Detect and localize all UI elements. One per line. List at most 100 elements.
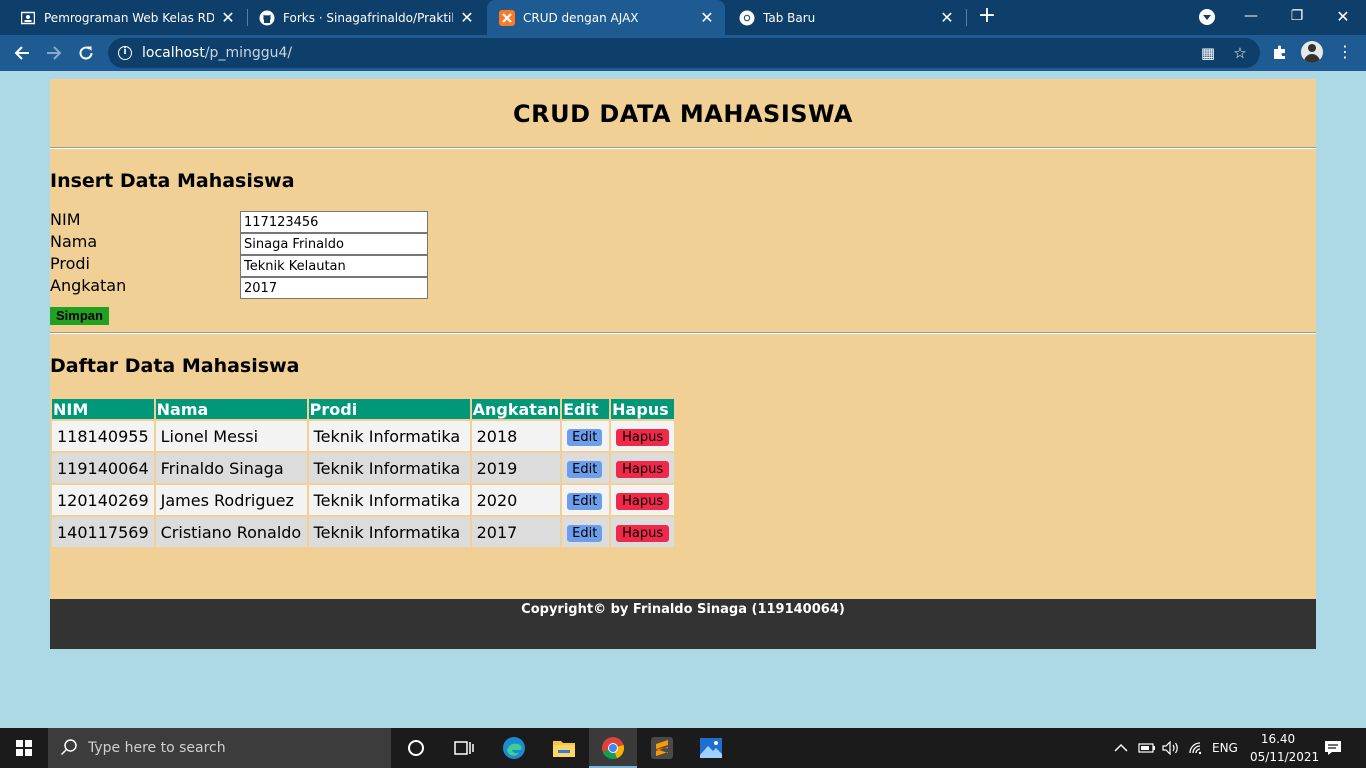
cell-angkatan: 2017 xyxy=(471,517,561,547)
forward-arrow-icon xyxy=(47,46,62,60)
hapus-button[interactable]: Hapus xyxy=(616,461,670,478)
restore-button[interactable]: ❐ xyxy=(1274,0,1320,32)
form-row-nim: NIM xyxy=(50,210,450,233)
minimize-button[interactable]: — xyxy=(1228,0,1274,32)
tab-search-icon[interactable] xyxy=(1199,9,1215,25)
github-icon xyxy=(259,10,275,26)
task-view-icon[interactable] xyxy=(440,728,488,768)
cell-edit: Edit xyxy=(562,421,610,451)
clock-date: 05/11/2021 xyxy=(1250,750,1320,764)
edge-icon[interactable] xyxy=(490,728,538,768)
close-icon[interactable]: ✕ xyxy=(220,8,236,27)
edit-button[interactable]: Edit xyxy=(567,493,603,510)
cell-angkatan: 2020 xyxy=(471,485,561,515)
bookmark-star-icon[interactable]: ☆ xyxy=(1232,45,1248,61)
insert-section-title: Insert Data Mahasiswa xyxy=(50,170,295,192)
chrome-icon xyxy=(739,10,755,26)
reload-button[interactable] xyxy=(72,39,100,67)
cell-edit: Edit xyxy=(562,485,610,515)
angkatan-input[interactable] xyxy=(240,277,428,299)
cell-nim: 118140955 xyxy=(52,421,154,451)
taskbar-search-box[interactable]: Type here to search xyxy=(48,728,391,768)
form-row-nama: Nama xyxy=(50,232,450,255)
column-header-angkatan: Angkatan xyxy=(471,399,561,419)
prodi-input[interactable] xyxy=(240,255,428,277)
show-hidden-icons-chevron-icon[interactable] xyxy=(1114,728,1128,768)
cell-prodi: Teknik Informatika xyxy=(308,517,470,547)
list-section-title: Daftar Data Mahasiswa xyxy=(50,355,300,377)
cell-edit: Edit xyxy=(562,453,610,483)
nim-input[interactable] xyxy=(240,211,428,233)
cell-angkatan: 2018 xyxy=(471,421,561,451)
back-arrow-icon xyxy=(14,46,29,60)
table-header-row: NIM Nama Prodi Angkatan Edit Hapus xyxy=(52,399,675,419)
system-clock[interactable]: 16.40 05/11/2021 xyxy=(1250,730,1320,766)
tab-github[interactable]: Forks · Sinagafrinaldo/Praktikum ✕ xyxy=(247,0,485,35)
forward-button[interactable] xyxy=(40,39,68,67)
cell-prodi: Teknik Informatika xyxy=(308,453,470,483)
cell-prodi: Teknik Informatika xyxy=(308,485,470,515)
extensions-puzzle-icon[interactable] xyxy=(1271,44,1289,62)
edit-button[interactable]: Edit xyxy=(567,461,603,478)
profile-avatar[interactable] xyxy=(1301,41,1323,63)
language-indicator[interactable]: ENG xyxy=(1212,728,1238,768)
column-header-edit: Edit xyxy=(562,399,610,419)
cell-nama: Lionel Messi xyxy=(155,421,307,451)
tab-new[interactable]: Tab Baru ✕ xyxy=(727,0,965,35)
close-icon[interactable]: ✕ xyxy=(939,8,955,27)
tab-title: Tab Baru xyxy=(763,10,816,25)
column-header-prodi: Prodi xyxy=(308,399,470,419)
new-tab-button[interactable]: + xyxy=(976,5,998,28)
mahasiswa-table: NIM Nama Prodi Angkatan Edit Hapus 11814… xyxy=(50,397,676,549)
battery-icon[interactable] xyxy=(1138,728,1156,768)
close-window-button[interactable]: ✕ xyxy=(1320,0,1366,32)
clock-time: 16.40 xyxy=(1260,732,1296,746)
search-placeholder: Type here to search xyxy=(88,740,226,756)
hapus-button[interactable]: Hapus xyxy=(616,525,670,542)
tab-classroom[interactable]: Pemrograman Web Kelas RD Sem ✕ xyxy=(8,0,246,35)
notification-center-icon[interactable] xyxy=(1324,728,1342,768)
page-title: CRUD DATA MAHASISWA xyxy=(512,100,853,128)
menu-kebab-icon[interactable]: ⋮ xyxy=(1337,43,1353,63)
hapus-button[interactable]: Hapus xyxy=(616,493,670,510)
volume-icon[interactable] xyxy=(1162,728,1180,768)
edit-button[interactable]: Edit xyxy=(567,429,603,446)
browser-toolbar: i localhost/p_minggu4/ ▦ ☆ xyxy=(0,35,1366,71)
cell-angkatan: 2019 xyxy=(471,453,561,483)
divider xyxy=(50,332,1316,334)
save-button[interactable]: Simpan xyxy=(50,307,109,325)
cell-prodi: Teknik Informatika xyxy=(308,421,470,451)
hapus-button[interactable]: Hapus xyxy=(616,429,670,446)
start-button[interactable] xyxy=(0,728,48,768)
sublime-text-icon[interactable] xyxy=(638,728,686,768)
table-row: 119140064 Frinaldo Sinaga Teknik Informa… xyxy=(52,453,675,483)
browser-tabstrip: Pemrograman Web Kelas RD Sem ✕ Forks · S… xyxy=(0,0,1366,35)
tab-separator xyxy=(966,9,967,26)
address-bar[interactable]: i localhost/p_minggu4/ ▦ ☆ xyxy=(108,38,1260,68)
column-header-hapus: Hapus xyxy=(611,399,675,419)
table-row: 120140269 James Rodriguez Teknik Informa… xyxy=(52,485,675,515)
cell-nim: 119140064 xyxy=(52,453,154,483)
file-explorer-icon[interactable] xyxy=(540,728,588,768)
wifi-icon[interactable] xyxy=(1188,728,1204,768)
chrome-taskbar-icon[interactable] xyxy=(589,728,637,768)
column-header-nim: NIM xyxy=(52,399,154,419)
cell-nim: 120140269 xyxy=(52,485,154,515)
cell-hapus: Hapus xyxy=(611,485,675,515)
tab-crud-ajax[interactable]: CRUD dengan AJAX ✕ xyxy=(487,0,725,35)
windows-taskbar: Type here to search ENG 16.40 05/11/2021 xyxy=(0,728,1366,768)
nama-input[interactable] xyxy=(240,233,428,255)
close-icon[interactable]: ✕ xyxy=(699,8,715,27)
url-path: /p_minggu4/ xyxy=(204,45,293,61)
edit-button[interactable]: Edit xyxy=(567,525,603,542)
info-icon[interactable]: i xyxy=(118,46,132,60)
page-footer: Copyright© by Frinaldo Sinaga (119140064… xyxy=(50,599,1316,649)
back-button[interactable] xyxy=(8,39,36,67)
cell-nama: James Rodriguez xyxy=(155,485,307,515)
install-app-icon[interactable]: ▦ xyxy=(1200,45,1216,61)
table-row: 140117569 Cristiano Ronaldo Teknik Infor… xyxy=(52,517,675,547)
photos-icon[interactable] xyxy=(687,728,735,768)
close-icon[interactable]: ✕ xyxy=(459,8,475,27)
prodi-label: Prodi xyxy=(50,254,90,273)
cortana-icon[interactable] xyxy=(392,728,440,768)
